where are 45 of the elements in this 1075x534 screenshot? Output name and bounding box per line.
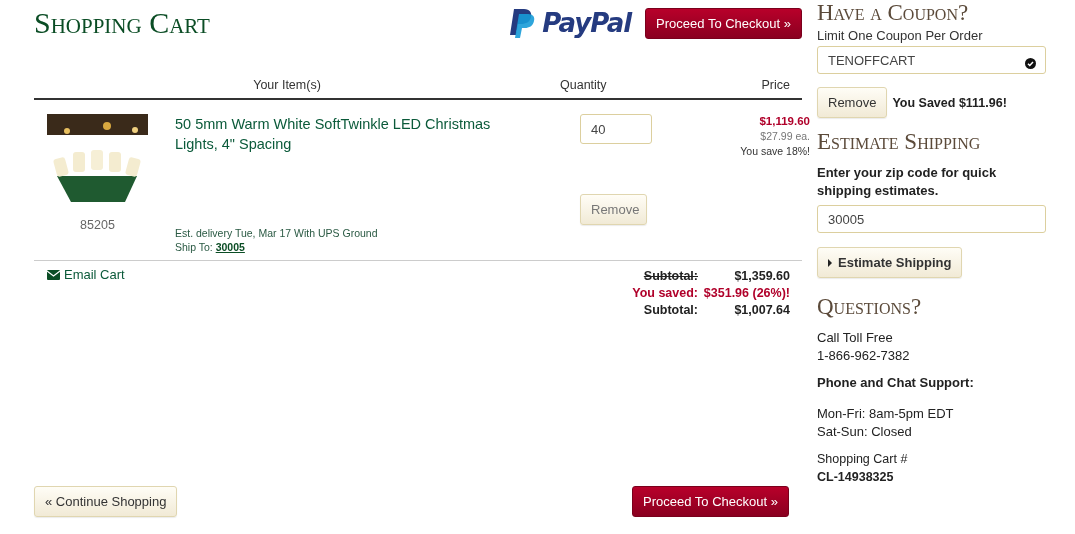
cart-number-label: Shopping Cart # [817, 451, 909, 468]
unit-price: $27.99 ea. [760, 130, 810, 142]
checkout-button[interactable]: Proceed To Checkout » [645, 7, 802, 39]
section-heading: Questions? [817, 294, 923, 320]
zip-prompt: Enter your zip code for quick shipping estimates. [817, 164, 998, 200]
coupon-limit-note: Limit One Coupon Per Order [817, 28, 984, 43]
column-header: Price [761, 78, 790, 92]
product-link[interactable]: 50 5mm Warm White SoftTwinkle LED Christmas Lights, 4" Spacing [175, 114, 515, 154]
section-heading: Have a Coupon? [817, 0, 970, 26]
total-value: $1,359.60 [733, 269, 790, 283]
coupon-code-field[interactable]: TENOFFCART [817, 46, 1046, 74]
estimate-shipping-button[interactable]: Estimate Shipping [817, 247, 963, 278]
column-header: Quantity [560, 78, 607, 92]
phone-number: 1-866-962-7382 [817, 347, 911, 365]
line-price: $1,119.60 [759, 115, 810, 127]
support-label: Phone and Chat Support: [817, 374, 975, 392]
support-hours: Sat-Sun: Closed [817, 423, 913, 441]
quantity-field[interactable]: 40 [580, 114, 652, 144]
total-value: $1,007.64 [733, 303, 790, 317]
email-cart-link[interactable]: Email Cart [47, 267, 125, 282]
ship-to-label: Ship To: [175, 241, 213, 253]
remove-button[interactable]: Remove [580, 194, 647, 225]
toll-free-label: Call Toll Free [817, 329, 894, 347]
ship-to-zip-link[interactable]: 30005 [215, 241, 245, 253]
total-label: You saved: [632, 286, 698, 300]
coupon-savings: You Saved $111.96! [892, 95, 1007, 110]
total-value: $351.96 (26%)! [702, 286, 790, 300]
envelope-icon [47, 269, 60, 280]
item-number: 85205 [80, 218, 115, 232]
savings-note: You save 18%! [740, 145, 810, 157]
remove-coupon-button[interactable]: Remove [817, 87, 888, 118]
continue-shopping-button[interactable]: « Continue Shopping [34, 486, 178, 517]
cart-number: CL-14938325 [817, 470, 894, 484]
section-heading: Estimate Shipping [817, 129, 982, 155]
total-label: Subtotal: [642, 303, 698, 317]
support-hours: Mon-Fri: 8am-5pm EDT [817, 405, 955, 423]
checkout-button[interactable]: Proceed To Checkout » [632, 486, 789, 517]
column-header: Your Item(s) [253, 78, 321, 92]
paypal-logo-icon [508, 7, 537, 39]
total-label: Subtotal: [642, 269, 698, 283]
zip-code-field[interactable]: 30005 [817, 205, 1046, 233]
caret-icon [828, 258, 832, 267]
delivery-estimate: Est. delivery Tue, Mar 17 With UPS Ground [175, 226, 379, 240]
paypal-logo[interactable]: PayPal [542, 8, 632, 38]
page-title: Shopping Cart [34, 6, 211, 40]
